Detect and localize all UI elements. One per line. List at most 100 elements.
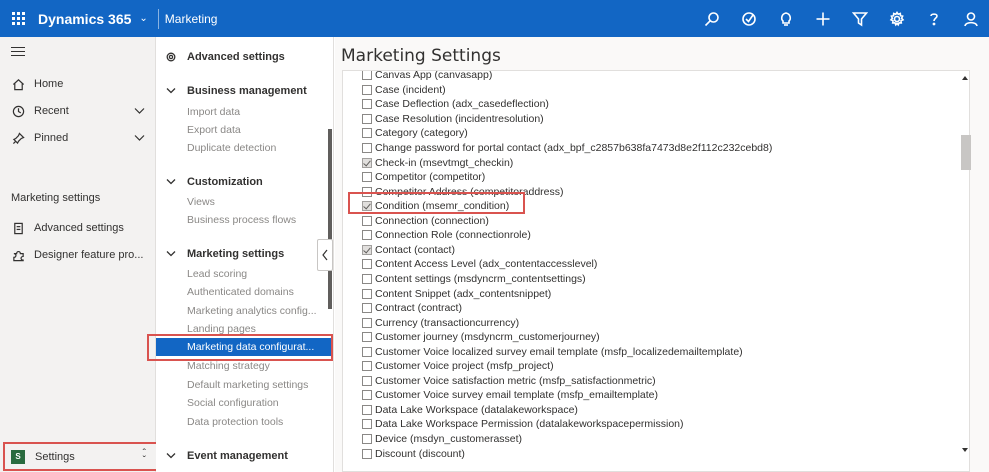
subnav-group-event-management[interactable]: Event management [156, 446, 334, 466]
entity-label: Contract (contract) [375, 302, 462, 315]
subnav-item-business-process-flows[interactable]: Business process flows [187, 211, 327, 229]
entity-checkbox-row[interactable]: Customer journey (msdyncrm_customerjourn… [362, 330, 600, 345]
subnav-advanced-settings[interactable]: Advanced settings [156, 47, 334, 67]
checkbox[interactable] [362, 71, 372, 81]
entity-checkbox-row[interactable]: Check-in (msevtmgt_checkin) [362, 155, 513, 170]
plus-icon[interactable] [804, 0, 841, 37]
entity-checkbox-row[interactable]: Content Snippet (adx_contentsnippet) [362, 286, 551, 301]
subnav-item-authenticated-domains[interactable]: Authenticated domains [187, 283, 327, 301]
filter-icon[interactable] [841, 0, 878, 37]
subnav-item-data-protection-tools[interactable]: Data protection tools [187, 413, 327, 431]
nav-item-recent[interactable]: Recent [0, 98, 156, 124]
subnav-item-social-configuration[interactable]: Social configuration [187, 394, 327, 412]
entity-checkbox-row[interactable]: Data Lake Workspace (datalakeworkspace) [362, 403, 578, 418]
entity-checkbox-row[interactable]: Category (category) [362, 126, 468, 141]
entity-checkbox-row[interactable]: Content settings (msdyncrm_contentsettin… [362, 272, 586, 287]
subnav-item-lead-scoring[interactable]: Lead scoring [187, 265, 327, 283]
entity-checkbox-row[interactable]: Customer Voice project (msfp_project) [362, 359, 554, 374]
entity-checkbox-row[interactable]: Case Resolution (incidentresolution) [362, 112, 544, 127]
gear-icon[interactable] [878, 0, 915, 37]
entity-checkbox-row[interactable]: Content Access Level (adx_contentaccessl… [362, 257, 597, 272]
subnav-item-export-data[interactable]: Export data [187, 121, 327, 139]
entity-checkbox-row[interactable]: Case (incident) [362, 83, 446, 98]
checkbox[interactable] [362, 99, 372, 110]
checkbox[interactable] [362, 113, 372, 124]
subnav-item-views[interactable]: Views [187, 193, 327, 211]
entity-checkbox-row[interactable]: Customer Voice satisfaction metric (msfp… [362, 374, 656, 389]
checkbox[interactable] [362, 346, 372, 357]
entity-label: Discount (discount) [375, 447, 465, 460]
scroll-down-icon[interactable] [962, 448, 968, 452]
nav-item-designer-feature[interactable]: Designer feature pro... [0, 242, 156, 268]
subnav-item-default-marketing-settings[interactable]: Default marketing settings [187, 376, 327, 394]
pin-icon [11, 131, 25, 145]
lightbulb-icon[interactable] [767, 0, 804, 37]
search-icon[interactable] [693, 0, 730, 37]
checkbox[interactable] [362, 230, 372, 241]
subnav-item-import-data[interactable]: Import data [187, 103, 327, 121]
checkbox[interactable] [362, 288, 372, 299]
entity-checkbox-row[interactable]: Change password for portal contact (adx_… [362, 141, 772, 156]
chevron-down-icon[interactable] [134, 106, 145, 116]
checkbox[interactable] [362, 303, 372, 314]
subnav-group-marketing-settings[interactable]: Marketing settings [156, 244, 334, 264]
entity-checkbox-row[interactable]: Discount (discount) [362, 446, 465, 461]
nav-section-title: Marketing settings [11, 192, 101, 204]
checkbox[interactable] [362, 215, 372, 226]
app-launcher-button[interactable] [0, 0, 36, 37]
checkbox[interactable] [362, 143, 372, 153]
entity-checkbox-row[interactable]: Canvas App (canvasapp) [362, 71, 492, 83]
main-scrollbar[interactable] [957, 70, 975, 456]
entity-checkbox-row[interactable]: Connection Role (connectionrole) [362, 228, 531, 243]
entity-label: Content Access Level (adx_contentaccessl… [375, 258, 598, 271]
subnav-item-marketing-analytics-config[interactable]: Marketing analytics config... [187, 302, 327, 320]
nav-item-advanced-settings[interactable]: Advanced settings [0, 215, 156, 241]
checkbox[interactable] [362, 84, 372, 95]
checkbox[interactable] [362, 361, 372, 372]
nav-item-pinned[interactable]: Pinned [0, 125, 156, 151]
scroll-up-icon[interactable] [962, 76, 968, 80]
hamburger-menu-icon[interactable] [11, 47, 25, 59]
entity-checkbox-row[interactable]: Device (msdyn_customerasset) [362, 432, 522, 447]
checkbox[interactable] [362, 390, 372, 401]
checkbox[interactable] [362, 273, 372, 284]
checkbox[interactable] [362, 404, 372, 415]
checkbox[interactable] [362, 332, 372, 343]
checkbox[interactable] [362, 317, 372, 328]
chevron-down-icon[interactable]: ⌄ [139, 13, 147, 24]
app-title[interactable]: Dynamics 365 [38, 11, 131, 27]
checkbox[interactable] [362, 419, 372, 430]
up-down-chevron-icon: ˆˇ [142, 448, 146, 466]
entity-checkbox-row[interactable]: Data Lake Workspace Permission (datalake… [362, 417, 684, 432]
checkbox[interactable] [362, 375, 372, 386]
checkbox[interactable] [362, 172, 372, 183]
entity-checkbox-row[interactable]: Customer Voice survey email template (ms… [362, 388, 658, 403]
entity-checkbox-row[interactable]: Case Deflection (adx_casedeflection) [362, 97, 549, 112]
entity-checkbox-row[interactable]: Connection (connection) [362, 214, 489, 229]
checkbox[interactable] [362, 259, 372, 270]
scroll-thumb[interactable] [961, 135, 971, 170]
checkbox[interactable] [362, 434, 372, 444]
entity-label: Customer journey (msdyncrm_customerjourn… [375, 331, 600, 344]
checkbox[interactable] [362, 448, 372, 459]
collapse-subnav-button[interactable] [317, 239, 333, 271]
help-icon[interactable] [915, 0, 952, 37]
chevron-down-icon[interactable] [134, 133, 145, 143]
entity-checkbox-row[interactable]: Customer Voice localized survey email te… [362, 344, 743, 359]
target-icon[interactable] [730, 0, 767, 37]
subnav-scrollbar[interactable] [328, 129, 332, 309]
entity-checkbox-row[interactable]: Competitor (competitor) [362, 170, 485, 185]
chevron-down-icon [165, 87, 177, 95]
entity-checkbox-row[interactable]: Contact (contact) [362, 243, 455, 258]
checkbox[interactable] [362, 244, 372, 255]
checkbox[interactable] [362, 157, 372, 168]
entity-checkbox-row[interactable]: Contract (contract) [362, 301, 462, 316]
subnav-item-duplicate-detection[interactable]: Duplicate detection [187, 139, 327, 157]
subnav-group-business-management[interactable]: Business management [156, 81, 334, 101]
subnav-group-customization[interactable]: Customization [156, 172, 334, 192]
checkbox[interactable] [362, 128, 372, 139]
entity-checkbox-row[interactable]: Currency (transactioncurrency) [362, 315, 519, 330]
area-switcher[interactable]: S Settings ˆˇ [3, 442, 160, 471]
user-icon[interactable] [952, 0, 989, 37]
nav-item-home[interactable]: Home [0, 71, 156, 97]
